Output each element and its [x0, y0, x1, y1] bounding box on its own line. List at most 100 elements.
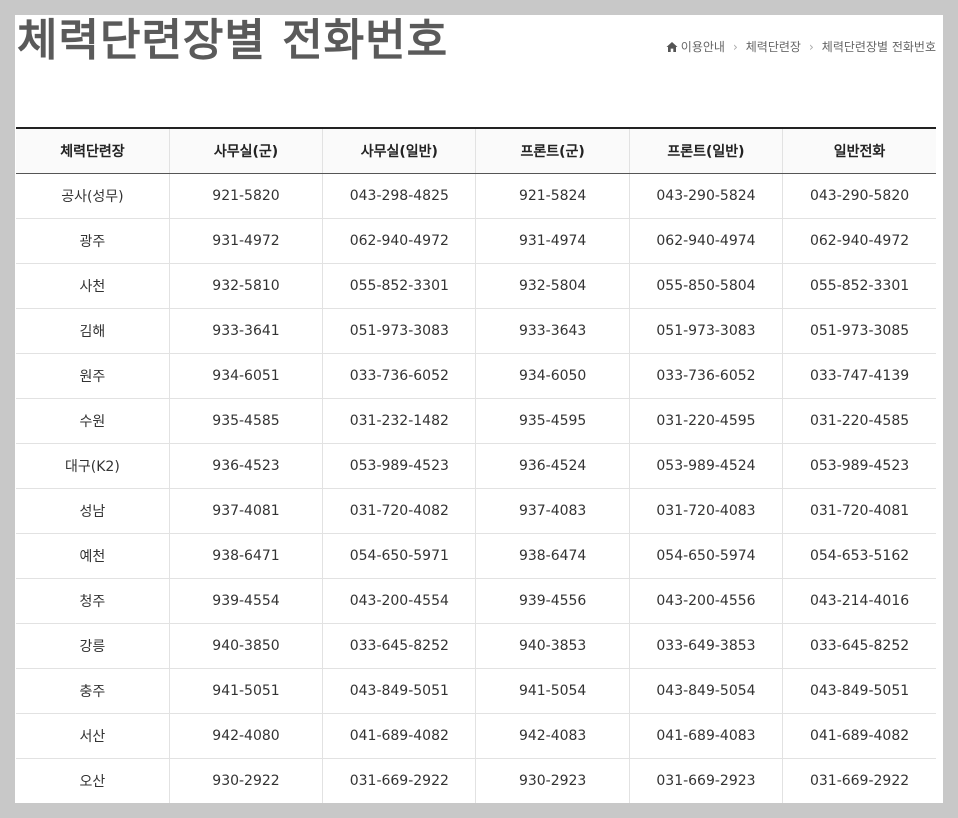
table-row: 오산 930-2922 031-669-2922 930-2923 031-669-29…: [16, 758, 936, 803]
table-row: 청주 939-4554 043-200-4554 939-4556 043-200-45…: [16, 578, 936, 624]
front-military-cell: 941-5054: [475, 668, 630, 714]
office-general-cell: 031-720-4082: [322, 488, 476, 534]
breadcrumb-item-fitness-center[interactable]: 체력단련장: [746, 38, 801, 55]
table-row: 강릉 940-3850 033-645-8252 940-3853 033-649-38…: [16, 623, 936, 669]
facility-cell: 청주: [16, 578, 170, 624]
front-general-cell: 031-220-4595: [628, 398, 783, 444]
office-general-cell: 043-849-5051: [322, 668, 476, 714]
front-general-cell: 031-720-4083: [628, 488, 783, 534]
front-general-cell: 062-940-4974: [628, 218, 783, 264]
phone-number-table: 체력단련장 사무실(군) 사무실(일반) 프론트(군) 프론트(일반) 일반전화…: [16, 127, 936, 803]
office-military-cell: 932-5810: [168, 263, 323, 309]
office-military-cell: 934-6051: [168, 353, 323, 399]
facility-cell: 원주: [16, 353, 170, 399]
breadcrumb-item-usage-guide[interactable]: 이용안내: [681, 38, 725, 55]
facility-cell: 대구(K2): [16, 443, 170, 489]
front-military-cell: 937-4083: [475, 488, 630, 534]
chevron-right-icon: ›: [808, 39, 814, 54]
front-general-cell: 043-849-5054: [628, 668, 783, 714]
general-phone-cell: 043-214-4016: [782, 578, 936, 624]
table-row: 예천 938-6471 054-650-5971 938-6474 054-650-59…: [16, 533, 936, 579]
front-military-cell: 931-4974: [475, 218, 630, 264]
front-military-cell: 939-4556: [475, 578, 630, 624]
general-phone-cell: 033-645-8252: [782, 623, 936, 669]
table-body: 공사(성무) 921-5820 043-298-4825 921-5824 043-29…: [16, 173, 936, 803]
office-general-cell: 041-689-4082: [322, 713, 476, 759]
office-general-cell: 033-736-6052: [322, 353, 476, 399]
general-phone-cell: 062-940-4972: [782, 218, 936, 264]
facility-cell: 수원: [16, 398, 170, 444]
office-general-cell: 055-852-3301: [322, 263, 476, 309]
office-military-cell: 941-5051: [168, 668, 323, 714]
front-general-cell: 031-669-2923: [628, 758, 783, 803]
table-row: 원주 934-6051 033-736-6052 934-6050 033-736-60…: [16, 353, 936, 399]
front-general-cell: 053-989-4524: [628, 443, 783, 489]
home-icon[interactable]: [666, 41, 678, 53]
office-military-cell: 936-4523: [168, 443, 323, 489]
office-general-cell: 033-645-8252: [322, 623, 476, 669]
office-general-cell: 054-650-5971: [322, 533, 476, 579]
office-military-cell: 939-4554: [168, 578, 323, 624]
general-phone-cell: 053-989-4523: [782, 443, 936, 489]
table-row: 충주 941-5051 043-849-5051 941-5054 043-849-50…: [16, 668, 936, 714]
table-row: 서산 942-4080 041-689-4082 942-4083 041-689-40…: [16, 713, 936, 759]
table-row: 수원 935-4585 031-232-1482 935-4595 031-220-45…: [16, 398, 936, 444]
facility-cell: 오산: [16, 758, 170, 803]
front-military-cell: 932-5804: [475, 263, 630, 309]
front-general-cell: 043-200-4556: [628, 578, 783, 624]
front-general-cell: 055-850-5804: [628, 263, 783, 309]
front-general-cell: 033-649-3853: [628, 623, 783, 669]
office-military-cell: 940-3850: [168, 623, 323, 669]
front-military-cell: 933-3643: [475, 308, 630, 354]
front-general-cell: 043-290-5824: [628, 173, 783, 219]
facility-cell: 김해: [16, 308, 170, 354]
front-military-cell: 938-6474: [475, 533, 630, 579]
facility-cell: 사천: [16, 263, 170, 309]
office-military-cell: 937-4081: [168, 488, 323, 534]
facility-cell: 충주: [16, 668, 170, 714]
general-phone-cell: 031-720-4081: [782, 488, 936, 534]
general-phone-cell: 031-220-4585: [782, 398, 936, 444]
front-general-cell: 054-650-5974: [628, 533, 783, 579]
office-general-cell: 043-200-4554: [322, 578, 476, 624]
facility-cell: 공사(성무): [16, 173, 170, 219]
front-general-cell: 041-689-4083: [628, 713, 783, 759]
office-military-cell: 921-5820: [168, 173, 323, 219]
office-general-cell: 031-232-1482: [322, 398, 476, 444]
column-header-front-military: 프론트(군): [475, 128, 630, 174]
front-military-cell: 935-4595: [475, 398, 630, 444]
column-header-office-military: 사무실(군): [168, 128, 323, 174]
facility-cell: 예천: [16, 533, 170, 579]
facility-cell: 성남: [16, 488, 170, 534]
general-phone-cell: 031-669-2922: [782, 758, 936, 803]
column-header-office-general: 사무실(일반): [322, 128, 476, 174]
general-phone-cell: 054-653-5162: [782, 533, 936, 579]
front-military-cell: 921-5824: [475, 173, 630, 219]
breadcrumb-item-current: 체력단련장별 전화번호: [821, 40, 936, 54]
front-general-cell: 051-973-3083: [628, 308, 783, 354]
content-frame: 체력단련장별 전화번호 이용안내 › 체력단련장 › 체력단련장별 전화번호 체…: [15, 15, 943, 803]
front-general-cell: 033-736-6052: [628, 353, 783, 399]
front-military-cell: 940-3853: [475, 623, 630, 669]
breadcrumb: 이용안내 › 체력단련장 › 체력단련장별 전화번호: [666, 38, 936, 55]
office-general-cell: 062-940-4972: [322, 218, 476, 264]
facility-cell: 강릉: [16, 623, 170, 669]
table-row: 대구(K2) 936-4523 053-989-4523 936-4524 053-98…: [16, 443, 936, 489]
column-header-front-general: 프론트(일반): [628, 128, 783, 174]
front-military-cell: 942-4083: [475, 713, 630, 759]
office-general-cell: 043-298-4825: [322, 173, 476, 219]
office-military-cell: 933-3641: [168, 308, 323, 354]
table-row: 사천 932-5810 055-852-3301 932-5804 055-850-58…: [16, 263, 936, 309]
office-military-cell: 942-4080: [168, 713, 323, 759]
general-phone-cell: 043-849-5051: [782, 668, 936, 714]
office-military-cell: 935-4585: [168, 398, 323, 444]
front-military-cell: 936-4524: [475, 443, 630, 489]
general-phone-cell: 055-852-3301: [782, 263, 936, 309]
facility-cell: 광주: [16, 218, 170, 264]
front-military-cell: 934-6050: [475, 353, 630, 399]
page-title: 체력단련장별 전화번호: [17, 15, 449, 66]
facility-cell: 서산: [16, 713, 170, 759]
office-military-cell: 938-6471: [168, 533, 323, 579]
front-military-cell: 930-2923: [475, 758, 630, 803]
office-military-cell: 930-2922: [168, 758, 323, 803]
